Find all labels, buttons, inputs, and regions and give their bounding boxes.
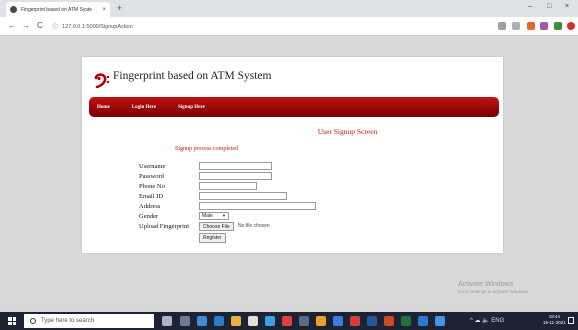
gender-label: Gender (139, 213, 159, 220)
clock[interactable]: 18:44 15-11-2021 (543, 314, 566, 326)
fingerprint-logo-icon (94, 73, 109, 88)
screen-title: User Signup Screen (317, 127, 378, 136)
star-icon[interactable] (512, 22, 520, 30)
windows-start-icon[interactable] (8, 317, 16, 325)
maximize-button[interactable]: □ (547, 2, 551, 12)
powerpoint-icon[interactable] (384, 316, 394, 326)
fingerprint-label: Upload Fingerprint (139, 223, 190, 230)
address-input[interactable] (199, 202, 316, 210)
favicon-icon (10, 6, 17, 13)
email-row: Email ID (139, 192, 329, 202)
app-icon-4[interactable] (333, 316, 343, 326)
username-row: Username (139, 162, 329, 172)
gender-row: Gender Male ▼ (139, 212, 329, 222)
gender-value: Male (202, 213, 213, 219)
username-input[interactable] (199, 162, 272, 170)
menu-icon[interactable] (567, 22, 575, 30)
content-card: Fingerprint based on ATM System Home Log… (82, 57, 503, 253)
page-viewport: Fingerprint based on ATM System Home Log… (0, 37, 578, 299)
new-tab-button[interactable]: + (117, 3, 122, 13)
email-label: Email ID (139, 193, 164, 200)
word-icon[interactable] (367, 316, 377, 326)
forward-button[interactable]: → (22, 21, 30, 31)
phone-row: Phone No (139, 182, 329, 192)
address-bar[interactable]: ⓘ 127.0.0.1:5000/SignupAction (52, 20, 492, 33)
task-view-icon[interactable] (180, 316, 190, 326)
minimize-button[interactable]: – (528, 2, 532, 12)
address-row: Address (139, 202, 329, 212)
tab-close-icon[interactable]: × (102, 7, 106, 13)
browser-tab[interactable]: Fingerprint based on ATM Syste × (6, 2, 110, 17)
email-input[interactable] (199, 192, 287, 200)
extension-icon-2[interactable] (540, 22, 548, 30)
register-row: Register (139, 233, 329, 243)
explorer-icon[interactable] (231, 316, 241, 326)
store-icon[interactable] (214, 316, 224, 326)
main-navbar: Home Login Here Signup Here (89, 97, 499, 117)
chevron-down-icon: ▼ (222, 213, 226, 218)
system-tray[interactable]: ^ ☁ 🔈 ENG (470, 317, 504, 324)
profile-icon[interactable] (554, 22, 562, 30)
back-button[interactable]: ← (8, 21, 16, 31)
lock-icon[interactable] (248, 316, 258, 326)
mic-icon[interactable] (162, 316, 172, 326)
nav-login[interactable]: Login Here (132, 105, 156, 110)
activate-windows-watermark: Activate Windows Go to Settings to activ… (458, 281, 529, 294)
taskbar-search[interactable]: Type here to search (24, 314, 154, 328)
choose-file-button[interactable]: Choose File (199, 222, 234, 231)
status-message: Signup process completed (175, 146, 238, 152)
nav-signup[interactable]: Signup Here (178, 105, 205, 110)
app-icon-6[interactable] (435, 316, 445, 326)
notification-icon[interactable] (568, 317, 574, 324)
close-window-button[interactable]: × (565, 2, 569, 12)
site-title: Fingerprint based on ATM System (113, 70, 272, 82)
search-placeholder: Type here to search (41, 318, 95, 324)
username-label: Username (139, 163, 166, 170)
edge-icon[interactable] (197, 316, 207, 326)
pdf-icon[interactable] (350, 316, 360, 326)
fingerprint-row: Upload Fingerprint Choose File No file c… (139, 222, 329, 232)
taskbar: Type here to search ^ ☁ 🔈 ENG 18:44 15-1… (0, 312, 578, 330)
password-input[interactable] (199, 172, 272, 180)
app-icon-1[interactable] (265, 316, 275, 326)
phone-input[interactable] (199, 182, 257, 190)
app-icon-2[interactable] (282, 316, 292, 326)
browser-toolbar: ← → C ⓘ 127.0.0.1:5000/SignupAction (0, 17, 578, 36)
url-text[interactable]: 127.0.0.1:5000/SignupAction (62, 24, 133, 30)
register-button[interactable]: Register (199, 233, 226, 243)
chrome-icon[interactable] (316, 316, 326, 326)
watermark-subtitle: Go to Settings to activate Windows. (458, 289, 530, 294)
password-row: Password (139, 172, 329, 182)
search-icon (30, 318, 36, 324)
app-icon-5[interactable] (418, 316, 428, 326)
tab-title: Fingerprint based on ATM Syste (21, 6, 93, 13)
phone-label: Phone No (139, 183, 165, 190)
tab-strip: Fingerprint based on ATM Syste × + – □ × (0, 0, 578, 17)
reload-button[interactable]: C (37, 21, 43, 31)
app-icon-3[interactable] (299, 316, 309, 326)
nav-home[interactable]: Home (97, 105, 110, 110)
extension-icon[interactable] (527, 22, 535, 30)
key-icon[interactable] (498, 22, 506, 30)
clock-date: 15-11-2021 (543, 320, 566, 325)
address-label: Address (139, 203, 161, 210)
gender-select[interactable]: Male ▼ (199, 212, 229, 220)
excel-icon[interactable] (401, 316, 411, 326)
site-info-icon[interactable]: ⓘ (52, 22, 58, 31)
password-label: Password (139, 173, 164, 180)
watermark-title: Activate Windows (458, 281, 514, 288)
no-file-text: No file chosen (238, 223, 270, 229)
